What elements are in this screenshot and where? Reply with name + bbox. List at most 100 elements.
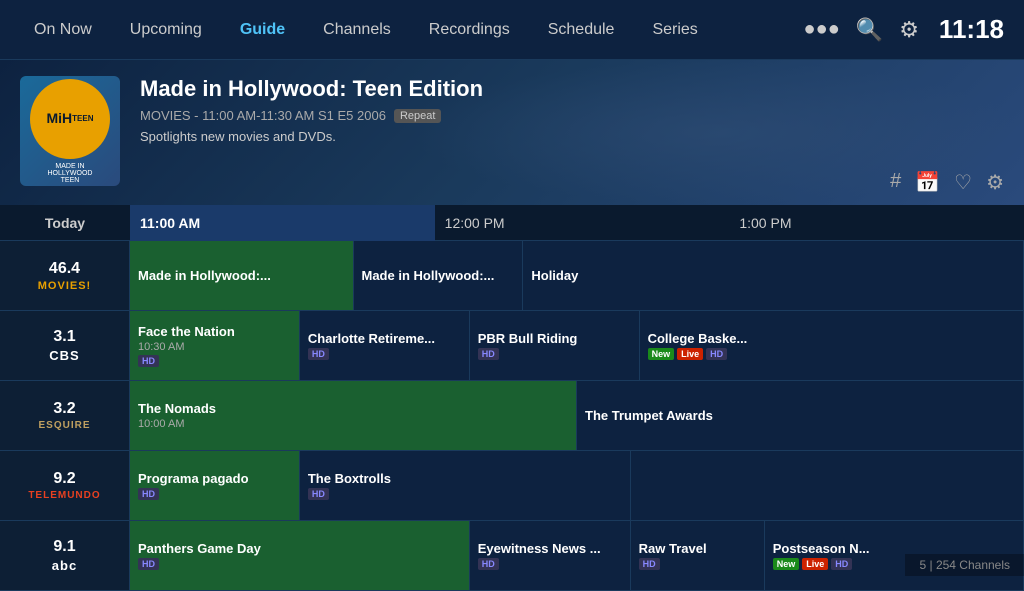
channel-logo: abc [52, 558, 77, 573]
program-empty[interactable] [631, 451, 1024, 520]
program-pbr[interactable]: PBR Bull Riding HD [470, 311, 640, 380]
channel-info-3-2: 3.2 ESQUIRE [0, 381, 130, 450]
program-eyewitness-news[interactable]: Eyewitness News ... HD [470, 521, 631, 590]
program-boxtrolls[interactable]: The Boxtrolls HD [300, 451, 631, 520]
settings-icon[interactable]: ⚙ [899, 17, 919, 43]
programs-3-2: The Nomads 10:00 AM The Trumpet Awards [130, 381, 1024, 450]
featured-description: Spotlights new movies and DVDs. [140, 129, 1004, 144]
top-navigation: On Now Upcoming Guide Channels Recording… [0, 0, 1024, 60]
hd-badge: HD [639, 558, 660, 570]
channel-number: 3.2 [53, 400, 75, 418]
program-nomads[interactable]: The Nomads 10:00 AM [130, 381, 577, 450]
featured-meta: MOVIES - 11:00 AM-11:30 AM S1 E5 2006 Re… [140, 108, 1004, 123]
program-title: Eyewitness News ... [478, 541, 622, 556]
program-raw-travel[interactable]: Raw Travel HD [631, 521, 765, 590]
hd-badge: HD [138, 355, 159, 367]
footer-channel-count: 5 | 254 Channels [905, 554, 1024, 576]
channel-info-3-1: 3.1 CBS [0, 311, 130, 380]
program-badges: HD [138, 558, 461, 570]
program-title: Made in Hollywood:... [362, 268, 515, 283]
nav-channels[interactable]: Channels [309, 13, 405, 47]
hd-badge: HD [138, 488, 159, 500]
hd-badge: HD [308, 348, 329, 360]
time-slot-100: 1:00 PM [729, 215, 1024, 231]
show-logo: MiH TEEN [30, 79, 110, 159]
channel-logo: TELEMUNDO [28, 490, 100, 501]
program-badges: HD [138, 355, 291, 367]
hd-badge: HD [478, 558, 499, 570]
featured-title: Made in Hollywood: Teen Edition [140, 76, 1004, 102]
program-holiday[interactable]: Holiday [523, 241, 1024, 310]
nav-action-icons: ●●● 🔍 ⚙ [804, 17, 919, 43]
nav-items: On Now Upcoming Guide Channels Recording… [20, 13, 804, 47]
channel-number: 3.1 [53, 328, 75, 346]
show-logo-sub: MADE IN HOLLYWOOD TEEN [48, 163, 93, 184]
channel-row-3-2: 3.2 ESQUIRE The Nomads 10:00 AM The Trum… [0, 381, 1024, 451]
nav-guide[interactable]: Guide [226, 13, 299, 47]
program-title: Panthers Game Day [138, 541, 461, 556]
hd-badge: HD [706, 348, 727, 360]
program-face-the-nation[interactable]: Face the Nation 10:30 AM HD [130, 311, 300, 380]
live-badge: Live [802, 558, 828, 570]
repeat-badge: Repeat [394, 109, 441, 123]
search-icon[interactable]: ●●● [804, 18, 840, 41]
program-badges: HD [138, 488, 291, 500]
programs-9-2: Programa pagado HD The Boxtrolls HD [130, 451, 1024, 520]
show-thumbnail: MiH TEEN MADE IN HOLLYWOOD TEEN [20, 76, 120, 186]
channel-info-46-4: 46.4 MOVIES! [0, 241, 130, 310]
nav-series[interactable]: Series [638, 13, 711, 47]
channel-row-9-2: 9.2 TELEMUNDO Programa pagado HD The Box… [0, 451, 1024, 521]
options-icon[interactable]: ⚙ [986, 170, 1004, 195]
new-badge: New [648, 348, 675, 360]
nav-recordings[interactable]: Recordings [415, 13, 524, 47]
nav-upcoming[interactable]: Upcoming [116, 13, 216, 47]
channel-number: 46.4 [49, 260, 80, 278]
program-title: Charlotte Retireme... [308, 331, 461, 346]
featured-action-buttons: # 📅 ♡ ⚙ [890, 170, 1004, 195]
program-title: The Nomads [138, 401, 568, 416]
program-programa-pagado[interactable]: Programa pagado HD [130, 451, 300, 520]
calendar-icon[interactable]: 📅 [915, 170, 940, 195]
featured-info-panel: Made in Hollywood: Teen Edition MOVIES -… [140, 76, 1004, 144]
nav-on-now[interactable]: On Now [20, 13, 106, 47]
program-badges: HD [308, 348, 461, 360]
program-title: PBR Bull Riding [478, 331, 631, 346]
program-title: College Baske... [648, 331, 1015, 346]
clock-display: 11:18 [939, 14, 1004, 45]
programs-3-1: Face the Nation 10:30 AM HD Charlotte Re… [130, 311, 1024, 380]
channel-logo: ESQUIRE [38, 420, 90, 431]
program-badges: HD [308, 488, 622, 500]
hd-badge: HD [478, 348, 499, 360]
program-title: Made in Hollywood:... [138, 268, 345, 283]
new-badge: New [773, 558, 800, 570]
program-badges: HD [478, 348, 631, 360]
program-title: Holiday [531, 268, 1015, 283]
guide-grid: Today 11:00 AM 12:00 PM 1:00 PM 46.4 MOV… [0, 205, 1024, 591]
channel-row-46-4: 46.4 MOVIES! Made in Hollywood:... Made … [0, 241, 1024, 311]
today-label: Today [0, 215, 130, 231]
program-made-in-hollywood-1[interactable]: Made in Hollywood:... [130, 241, 354, 310]
program-panthers[interactable]: Panthers Game Day HD [130, 521, 470, 590]
programs-9-1: Panthers Game Day HD Eyewitness News ...… [130, 521, 1024, 590]
hash-icon[interactable]: # [890, 170, 901, 195]
hd-badge: HD [831, 558, 852, 570]
nav-schedule[interactable]: Schedule [534, 13, 629, 47]
channel-row-9-1: 9.1 abc Panthers Game Day HD Eyewitness … [0, 521, 1024, 591]
featured-show: MiH TEEN MADE IN HOLLYWOOD TEEN Made in … [0, 60, 1024, 205]
search-icon-magnify[interactable]: 🔍 [856, 17, 883, 43]
channel-logo: CBS [49, 348, 79, 363]
program-badges: HD [639, 558, 756, 570]
program-title: Raw Travel [639, 541, 756, 556]
program-title: The Trumpet Awards [585, 408, 1015, 423]
time-slot-1100: 11:00 AM [130, 205, 435, 241]
channel-row-3-1: 3.1 CBS Face the Nation 10:30 AM HD Char… [0, 311, 1024, 381]
favorite-icon[interactable]: ♡ [954, 170, 972, 195]
program-made-in-hollywood-2[interactable]: Made in Hollywood:... [354, 241, 524, 310]
program-charlotte[interactable]: Charlotte Retireme... HD [300, 311, 470, 380]
channel-info-9-1: 9.1 abc [0, 521, 130, 590]
program-time: 10:00 AM [138, 418, 568, 430]
hd-badge: HD [308, 488, 329, 500]
time-header: Today 11:00 AM 12:00 PM 1:00 PM [0, 205, 1024, 241]
program-trumpet-awards[interactable]: The Trumpet Awards [577, 381, 1024, 450]
program-college-basketball[interactable]: College Baske... New Live HD [640, 311, 1024, 380]
